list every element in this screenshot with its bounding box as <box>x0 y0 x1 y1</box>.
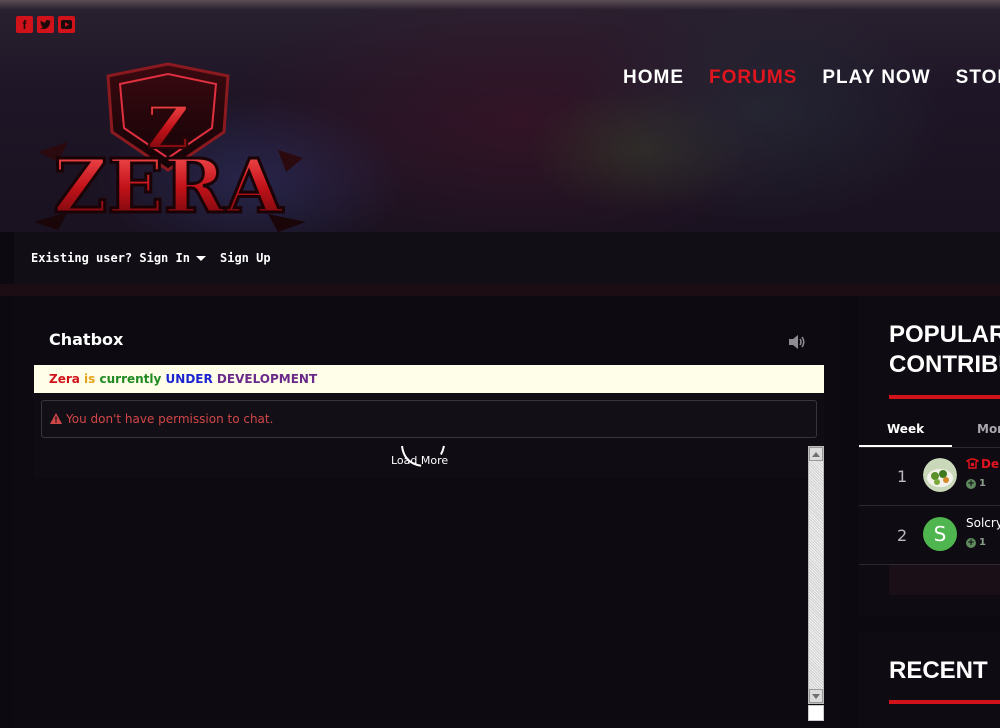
social-links: f <box>16 16 75 33</box>
tab-month[interactable]: Month <box>977 422 1000 436</box>
arrow-up-icon <box>812 451 820 457</box>
contributor-row[interactable]: 1 De +1 <box>859 448 1000 506</box>
plus-icon: + <box>966 479 976 489</box>
main-nav: HOME FORUMS PLAY NOW STORE <box>623 67 1000 89</box>
facebook-icon[interactable]: f <box>16 16 33 33</box>
sign-up-link[interactable]: Sign Up <box>220 251 271 265</box>
contributor-rank: 1 <box>897 467 908 486</box>
nav-store[interactable]: STORE <box>956 67 1000 89</box>
chatbox-panel: Chatbox Zera is currently UNDER DEVELOPM… <box>14 296 840 728</box>
chatbox-title: Chatbox <box>49 330 124 349</box>
reputation-count: +1 <box>966 478 986 489</box>
youtube-icon[interactable] <box>58 16 75 33</box>
contributor-row[interactable]: 2 S Solcry +1 <box>859 507 1000 565</box>
twitter-icon[interactable] <box>37 16 54 33</box>
tab-week[interactable]: Week <box>887 422 924 436</box>
sign-in-dropdown[interactable]: Existing user? Sign In <box>31 251 206 265</box>
scroll-down-button[interactable] <box>809 689 823 703</box>
contributor-name[interactable]: De <box>965 457 1000 471</box>
contributor-rank: 2 <box>897 526 908 545</box>
plus-icon: + <box>966 538 976 548</box>
development-notice: Zera is currently UNDER DEVELOPMENT <box>34 365 824 393</box>
reputation-value: 1 <box>979 537 986 548</box>
permission-message: You don't have permission to chat. <box>66 412 274 426</box>
svg-text:ZERA: ZERA <box>53 144 284 230</box>
notice-word: currently <box>99 372 162 386</box>
nav-home[interactable]: HOME <box>623 67 684 89</box>
staff-badge-icon <box>965 458 980 469</box>
divider-stripe <box>0 284 1000 296</box>
period-tabs: Week Month <box>859 414 1000 448</box>
popular-title: POPULAR CONTRIBUTORS <box>889 320 1000 380</box>
scroll-up-button[interactable] <box>809 447 823 461</box>
reputation-count: +1 <box>966 537 986 548</box>
notice-word: Zera <box>49 372 80 386</box>
user-bar: Existing user? Sign In Sign Up <box>14 232 1000 284</box>
permission-alert: You don't have permission to chat. <box>41 400 817 438</box>
active-tab-indicator <box>859 445 952 447</box>
notice-word: is <box>84 372 96 386</box>
nav-play-now[interactable]: PLAY NOW <box>822 67 930 89</box>
chat-scrollbar[interactable] <box>808 446 824 704</box>
scroll-corner <box>808 705 824 721</box>
popular-title-line1: POPULAR <box>889 321 1000 348</box>
warning-icon <box>50 413 62 424</box>
reputation-value: 1 <box>979 478 986 489</box>
popular-contributors-panel: POPULAR CONTRIBUTORS Week Month 1 De +1 … <box>859 296 1000 616</box>
title-underline <box>889 700 1000 704</box>
notice-word: DEVELOPMENT <box>216 372 318 386</box>
title-underline <box>889 395 1000 399</box>
recent-title: RECENT <box>889 657 988 684</box>
avatar[interactable]: S <box>923 517 957 551</box>
sign-in-label: Existing user? Sign In <box>31 251 190 265</box>
nav-forums[interactable]: FORUMS <box>709 67 797 89</box>
avatar[interactable] <box>923 458 957 492</box>
load-more-button[interactable]: Load More <box>391 454 448 467</box>
site-logo[interactable]: Z ZERA <box>28 62 308 234</box>
contributor-name[interactable]: Solcry <box>966 516 1000 530</box>
chevron-down-icon <box>195 256 206 261</box>
contributor-name-text: De <box>981 457 1000 471</box>
popular-title-line2: CONTRIBUTORS <box>889 351 1000 378</box>
panel-footer-button[interactable] <box>889 565 1000 595</box>
speaker-icon[interactable] <box>788 334 806 350</box>
recent-panel: RECENT <box>859 632 1000 728</box>
notice-word: UNDER <box>165 372 213 386</box>
arrow-down-icon <box>812 693 820 699</box>
banner-top-glow <box>0 0 1000 10</box>
